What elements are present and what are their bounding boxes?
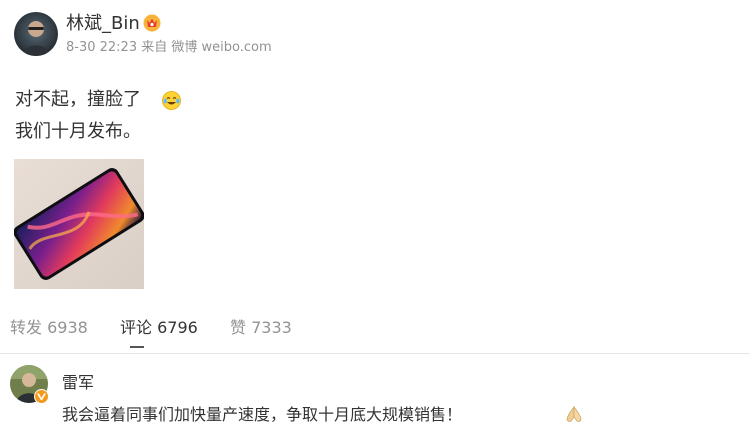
- laugh-cry-emoji-icon: [162, 91, 181, 110]
- comment-text: 我会逼着同事们加快量产速度，争取十月底大规模销售！: [62, 405, 463, 424]
- post-image-phone[interactable]: [14, 159, 144, 289]
- like-button[interactable]: 赞 7333: [230, 318, 292, 338]
- active-tab-indicator: [130, 346, 144, 348]
- vip-crown-icon: [143, 14, 161, 32]
- commenter-name[interactable]: 雷军: [62, 373, 94, 393]
- author-name[interactable]: 林斌_Bin: [66, 13, 140, 35]
- praying-hands-emoji-icon: [564, 405, 584, 425]
- post-meta: 8-30 22:23 来自 微博 weibo.com: [66, 40, 272, 55]
- author-avatar[interactable]: [14, 12, 58, 56]
- comment-tab[interactable]: 评论 6796: [120, 318, 198, 338]
- verified-v-icon: [34, 389, 49, 404]
- post-text-line-1: 对不起，撞脸了: [15, 89, 141, 110]
- section-divider: [0, 353, 750, 354]
- post-text-line-2: 我们十月发布。: [15, 121, 141, 142]
- repost-button[interactable]: 转发 6938: [10, 318, 88, 338]
